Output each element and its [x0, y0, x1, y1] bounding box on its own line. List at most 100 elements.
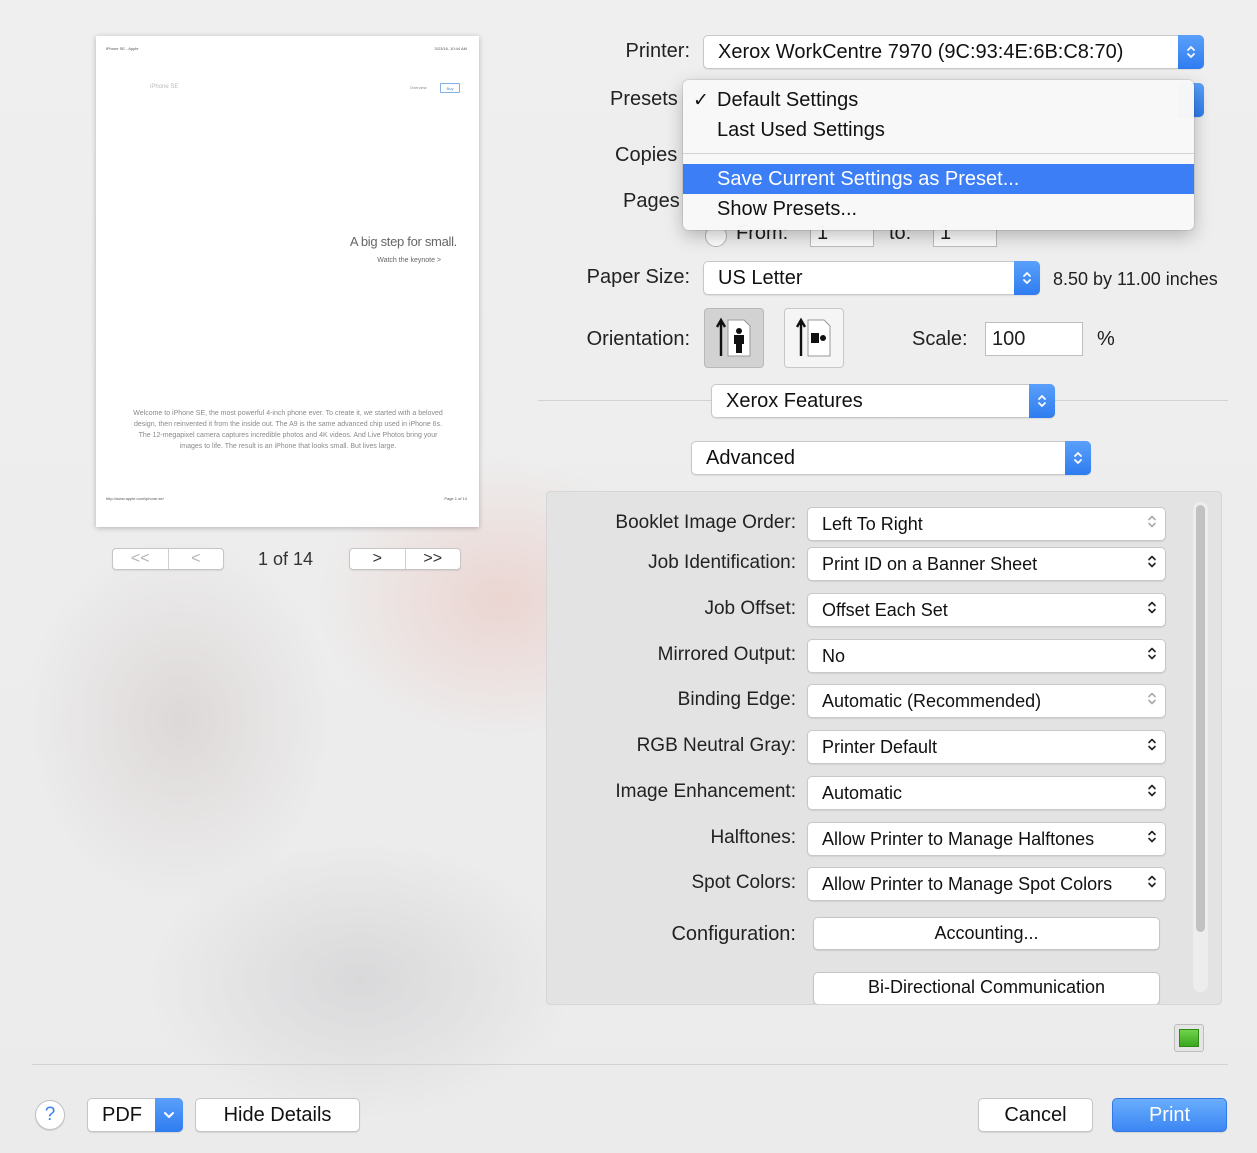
paper-size-dimensions: 8.50 by 11.00 inches — [1053, 269, 1218, 289]
printer-label: Printer: — [625, 40, 690, 62]
feature-label: Booklet Image Order: — [615, 512, 796, 533]
paper-size-popup[interactable]: US Letter — [703, 261, 1040, 295]
feature-label: Job Identification: — [648, 552, 796, 573]
updown-arrows-icon — [1147, 646, 1157, 667]
preview-header-left: iPhone SE - Apple — [106, 46, 139, 51]
menu-item-label: Show Presets... — [717, 197, 858, 220]
updown-arrows-icon — [1147, 829, 1157, 850]
feature-value: Left To Right — [822, 513, 923, 534]
landscape-orientation-button[interactable] — [784, 308, 844, 368]
updown-arrows-icon — [1147, 874, 1157, 895]
feature-value: Offset Each Set — [822, 599, 948, 620]
feature-popup[interactable]: Left To Right — [807, 507, 1166, 541]
feature-label: Mirrored Output: — [657, 644, 796, 665]
first-page-button[interactable]: << — [113, 549, 168, 569]
scrollbar-thumb[interactable] — [1196, 505, 1205, 932]
menu-item-label: Default Settings — [717, 88, 859, 111]
feature-label: Halftones: — [710, 827, 796, 848]
feature-popup[interactable]: Allow Printer to Manage Halftones — [807, 822, 1166, 856]
menu-separator — [683, 153, 1194, 154]
updown-arrows-icon — [1147, 783, 1157, 804]
portrait-icon — [715, 317, 751, 357]
preview-nav-left: iPhone SE — [150, 84, 179, 90]
updown-arrows-icon — [1147, 600, 1157, 621]
accounting-button[interactable]: Accounting... — [813, 917, 1160, 950]
printer-status-icon[interactable] — [1174, 1024, 1204, 1052]
chevron-down-icon — [155, 1098, 183, 1132]
updown-arrows-icon — [1147, 737, 1157, 758]
updown-arrows-icon — [1147, 514, 1157, 535]
page-preview: iPhone SE - Apple 3/23/16, 10:44 AM iPho… — [96, 36, 479, 527]
scale-unit: % — [1097, 328, 1115, 350]
feature-value: No — [822, 645, 846, 666]
feature-label: RGB Neutral Gray: — [636, 735, 796, 756]
presets-menu: ✓ Default Settings Last Used Settings Sa… — [683, 80, 1194, 230]
updown-arrows-icon — [1147, 691, 1157, 712]
menu-item-last-used-settings[interactable]: Last Used Settings — [683, 115, 1194, 145]
feature-label: Image Enhancement: — [615, 781, 796, 802]
menu-item-label: Last Used Settings — [717, 118, 885, 141]
pages-label: Pages — [623, 190, 680, 212]
feature-popup[interactable]: Automatic — [807, 776, 1166, 810]
feature-label: Job Offset: — [704, 598, 796, 619]
menu-item-label: Save Current Settings as Preset... — [717, 167, 1020, 190]
advanced-features-panel: Booklet Image Order: Left To Right Job Ide… — [546, 491, 1222, 1005]
last-page-button[interactable]: >> — [404, 549, 461, 569]
updown-arrows-icon — [1178, 35, 1204, 69]
preview-footer-left: http://www.apple.com/iphone-se/ — [106, 496, 164, 501]
page-status: 1 of 14 — [258, 549, 314, 569]
pdf-label: PDF — [102, 1103, 142, 1126]
feature-popup[interactable]: No — [807, 639, 1166, 673]
copies-label: Copies — [615, 144, 678, 166]
preview-nav-right: Overview — [410, 85, 427, 90]
menu-item-default-settings[interactable]: ✓ Default Settings — [683, 85, 1194, 115]
section-popup[interactable]: Xerox Features — [711, 384, 1055, 418]
preview-footer-right: Page 1 of 14 — [444, 496, 467, 501]
orientation-label: Orientation: — [586, 328, 690, 350]
configuration-label: Configuration: — [671, 923, 796, 945]
bidirectional-communication-button[interactable]: Bi-Directional Communication — [813, 972, 1160, 1004]
portrait-orientation-button[interactable] — [704, 308, 764, 368]
feature-popup[interactable]: Print ID on a Banner Sheet — [807, 547, 1166, 581]
updown-arrows-icon — [1147, 554, 1157, 575]
feature-popup[interactable]: Automatic (Recommended) — [807, 684, 1166, 718]
feature-label: Spot Colors: — [691, 872, 796, 893]
feature-value: Print ID on a Banner Sheet — [822, 553, 1038, 574]
menu-item-show-presets[interactable]: Show Presets... — [683, 194, 1194, 224]
footer-divider — [32, 1064, 1228, 1065]
preview-header-right: 3/23/16, 10:44 AM — [434, 46, 467, 51]
updown-arrows-icon — [1029, 384, 1055, 418]
preview-link: Watch the keynote > — [377, 257, 441, 264]
scale-label: Scale: — [912, 328, 968, 350]
previous-page-button[interactable]: < — [167, 549, 224, 569]
section-popup-value: Xerox Features — [726, 389, 863, 412]
help-button[interactable]: ? — [35, 1100, 65, 1130]
menu-item-save-preset[interactable]: Save Current Settings as Preset... — [683, 164, 1194, 194]
feature-value: Allow Printer to Manage Halftones — [822, 828, 1095, 849]
feature-popup[interactable]: Printer Default — [807, 730, 1166, 764]
pager-back-group: << < — [112, 548, 224, 570]
updown-arrows-icon — [1065, 441, 1091, 475]
cancel-button[interactable]: Cancel — [978, 1098, 1093, 1132]
updown-arrows-icon — [1014, 261, 1040, 295]
feature-value: Allow Printer to Manage Spot Colors — [822, 873, 1113, 894]
hide-details-button[interactable]: Hide Details — [195, 1098, 360, 1132]
next-page-button[interactable]: > — [350, 549, 405, 569]
preview-buy-button: Buy — [440, 83, 460, 93]
feature-value: Automatic (Recommended) — [822, 690, 1042, 711]
pager-forward-group: > >> — [349, 548, 461, 570]
scale-input[interactable]: 100 — [985, 322, 1083, 356]
feature-value: Automatic — [822, 782, 903, 803]
landscape-icon — [795, 317, 831, 357]
checkmark-icon: ✓ — [693, 89, 709, 111]
subsection-popup[interactable]: Advanced — [691, 441, 1091, 475]
feature-popup[interactable]: Allow Printer to Manage Spot Colors — [807, 867, 1166, 901]
pdf-menu-button[interactable]: PDF — [87, 1098, 183, 1132]
printer-popup[interactable]: Xerox WorkCentre 7970 (9C:93:4E:6B:C8:70… — [703, 35, 1204, 69]
printer-value: Xerox WorkCentre 7970 (9C:93:4E:6B:C8:70… — [718, 40, 1124, 63]
print-button[interactable]: Print — [1112, 1098, 1227, 1132]
presets-label: Presets — [610, 88, 678, 110]
vertical-scrollbar[interactable] — [1193, 502, 1208, 992]
feature-popup[interactable]: Offset Each Set — [807, 593, 1166, 627]
preview-body: Welcome to iPhone SE, the most powerful … — [133, 410, 443, 450]
